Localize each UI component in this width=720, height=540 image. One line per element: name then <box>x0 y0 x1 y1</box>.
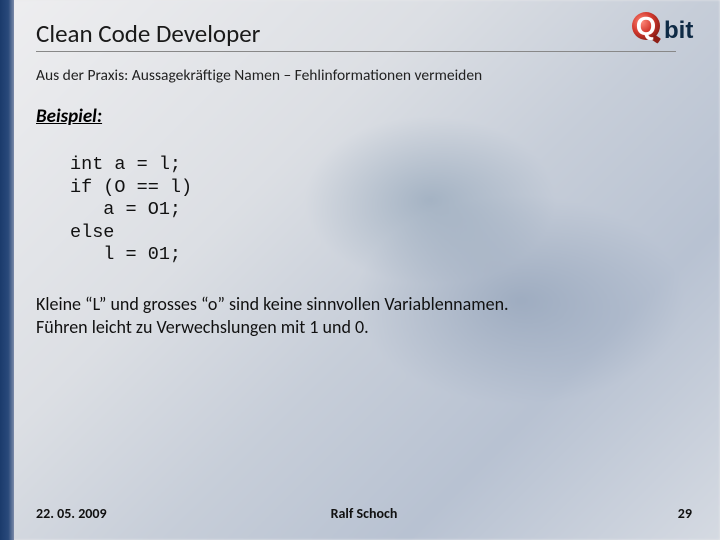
logo-bit-text: bit <box>664 17 693 44</box>
slide-subtitle: Aus der Praxis: Aussagekräftige Namen – … <box>36 66 692 85</box>
explanation-note: Kleine “L” und grosses “o” sind keine si… <box>36 293 692 339</box>
note-line-2: Führen leicht zu Verwechslungen mit 1 un… <box>36 316 369 338</box>
footer-page-number: 29 <box>678 505 692 522</box>
logo-q-letter: Q <box>636 11 656 41</box>
code-example: int a = l; if (O == l) a = O1; else l = … <box>70 154 692 267</box>
slide-footer: 22. 05. 2009 Ralf Schoch 29 <box>36 505 692 522</box>
example-label: Beispiel: <box>36 105 692 128</box>
footer-date: 22. 05. 2009 <box>36 505 107 522</box>
slide-content: Clean Code Developer Q bit Aus der Praxi… <box>0 0 720 540</box>
header-row: Clean Code Developer <box>36 18 692 52</box>
note-line-1: Kleine “L” und grosses “o” sind keine si… <box>36 293 509 315</box>
page-title: Clean Code Developer <box>36 18 676 52</box>
footer-author: Ralf Schoch <box>331 505 398 522</box>
qbit-logo: Q bit <box>630 8 702 53</box>
